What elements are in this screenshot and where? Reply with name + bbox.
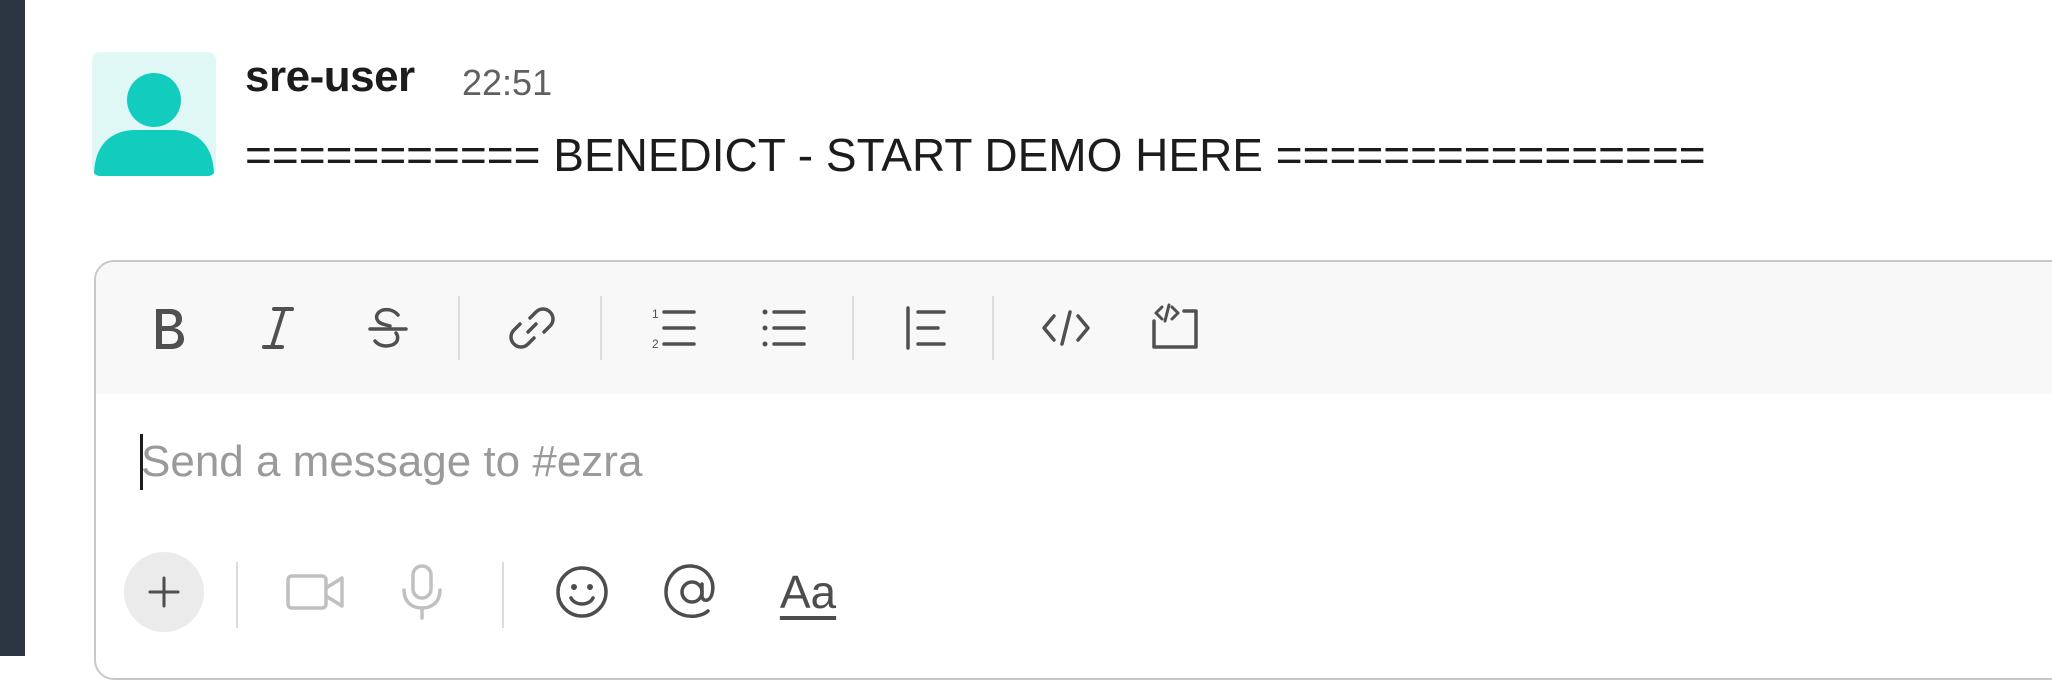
plus-icon [148, 576, 180, 608]
bulleted-list-icon [762, 309, 806, 347]
code-block-icon [1152, 303, 1198, 349]
bulleted-list-button[interactable] [748, 292, 820, 364]
emoji-button[interactable] [542, 552, 622, 632]
avatar[interactable] [92, 52, 216, 176]
svg-text:2: 2 [652, 337, 659, 351]
emoji-icon [556, 566, 608, 618]
user-icon [94, 73, 214, 176]
text-format-button[interactable]: Aa [758, 552, 858, 632]
italic-button[interactable] [242, 292, 314, 364]
code-button[interactable] [1030, 292, 1102, 364]
mention-button[interactable] [652, 552, 732, 632]
ordered-list-button[interactable]: 1 2 [638, 292, 710, 364]
strikethrough-icon [368, 307, 408, 348]
toolbar-divider [502, 562, 504, 628]
bold-icon [156, 309, 184, 349]
ordered-list-icon: 1 2 [652, 307, 696, 351]
text-format-icon: Aa [779, 566, 837, 618]
blockquote-button[interactable] [890, 292, 962, 364]
toolbar-divider [992, 296, 994, 360]
sidebar-edge [0, 0, 25, 656]
link-button[interactable] [496, 292, 568, 364]
blockquote-icon [906, 306, 946, 350]
bold-button[interactable] [132, 292, 204, 364]
svg-text:1: 1 [652, 307, 659, 321]
toolbar-divider [852, 296, 854, 360]
message-text: =========== BENEDICT - START DEMO HERE =… [245, 129, 1706, 181]
code-block-button[interactable] [1140, 292, 1212, 364]
audio-clip-button[interactable] [382, 552, 462, 632]
code-icon [1042, 310, 1090, 346]
video-clip-button[interactable] [276, 552, 356, 632]
link-icon [509, 307, 555, 349]
message-timestamp[interactable]: 22:51 [462, 62, 552, 104]
toolbar-divider [600, 296, 602, 360]
attach-button[interactable] [124, 552, 204, 632]
message-author[interactable]: sre-user [245, 52, 415, 102]
mention-icon [664, 564, 715, 618]
microphone-icon [402, 564, 442, 620]
message-input[interactable]: Send a message to #ezra [140, 432, 1940, 492]
video-icon [286, 574, 344, 610]
formatting-toolbar: 1 2 [96, 262, 2052, 394]
message-composer: 1 2 Send a message to #ezra Aa [94, 260, 2052, 680]
italic-icon [262, 307, 294, 349]
toolbar-divider [236, 562, 238, 628]
message-input-placeholder: Send a message to #ezra [141, 437, 643, 486]
toolbar-divider [458, 296, 460, 360]
strikethrough-button[interactable] [352, 292, 424, 364]
